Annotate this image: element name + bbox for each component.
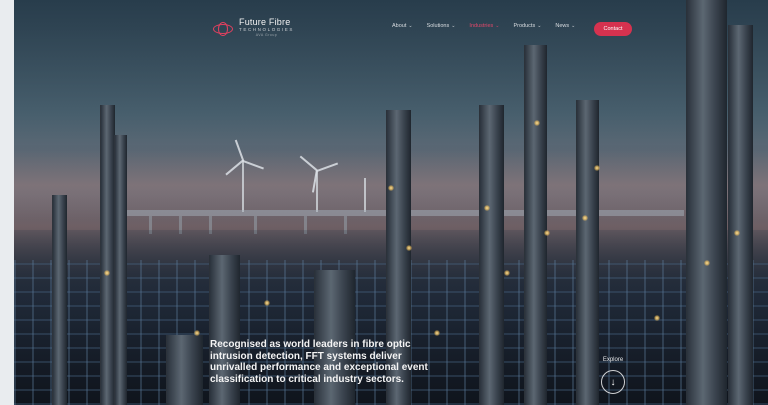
top-navigation: Future Fibre TECHNOLOGIES AVA Group Abou… <box>0 0 768 58</box>
plant-light <box>406 245 412 251</box>
nav-item-solutions[interactable]: Solutions ⌄ <box>427 23 456 29</box>
hero-headline: Recognised as world leaders in fibre opt… <box>210 339 428 385</box>
refinery-tower <box>100 105 115 405</box>
plant-light <box>388 185 394 191</box>
page-background-strip <box>0 205 14 405</box>
chevron-down-icon: ⌄ <box>408 23 413 29</box>
explore-label: Explore <box>602 357 624 363</box>
plant-light <box>484 205 490 211</box>
brand-subtitle: TECHNOLOGIES <box>239 27 294 32</box>
refinery-tower <box>576 100 599 405</box>
refinery-tower <box>114 135 127 405</box>
refinery-tower <box>728 25 753 405</box>
plant-light <box>504 270 510 276</box>
plant-light <box>534 120 540 126</box>
chevron-down-icon: ⌄ <box>537 23 542 29</box>
chevron-down-icon: ⌄ <box>451 23 456 29</box>
refinery-tower <box>52 195 67 405</box>
plant-light <box>582 215 588 221</box>
chevron-down-icon: ⌄ <box>495 23 500 29</box>
refinery-tower <box>524 45 547 405</box>
nav-item-industries[interactable]: Industries ⌄ <box>469 23 499 29</box>
plant-light <box>734 230 740 236</box>
scroll-down-button[interactable]: ↓ <box>601 370 625 394</box>
plant-light <box>594 165 600 171</box>
contact-button[interactable]: Contact <box>594 22 632 36</box>
wind-turbine <box>364 178 366 212</box>
nav-item-label: Industries <box>469 23 494 29</box>
nav-item-products[interactable]: Products ⌄ <box>513 23 541 29</box>
plant-light <box>434 330 440 336</box>
chevron-down-icon: ⌄ <box>571 23 576 29</box>
refinery-tower <box>479 105 504 405</box>
arrow-down-icon: ↓ <box>610 376 616 388</box>
nav-item-label: Solutions <box>426 23 450 29</box>
nav-item-label: News <box>555 23 570 29</box>
wind-turbine <box>242 160 244 212</box>
fibre-logo-icon <box>213 21 233 36</box>
brand-name: Future Fibre <box>239 17 291 27</box>
brand-tag: AVA Group <box>255 32 278 37</box>
plant-light <box>194 330 200 336</box>
nav-item-label: Products <box>513 23 536 29</box>
plant-light <box>264 300 270 306</box>
plant-light <box>544 230 550 236</box>
plant-light <box>654 315 660 321</box>
main-menu: About ⌄ Solutions ⌄ Industries ⌄ Product… <box>392 23 575 29</box>
nav-item-news[interactable]: News ⌄ <box>555 23 575 29</box>
nav-item-label: About <box>392 23 407 29</box>
refinery-tower <box>686 0 727 405</box>
refinery-tower <box>166 335 203 405</box>
brand-wordmark: Future Fibre TECHNOLOGIES AVA Group <box>239 18 294 37</box>
explore-control[interactable]: Explore ↓ <box>601 357 625 394</box>
nav-item-about[interactable]: About ⌄ <box>392 23 413 29</box>
brand-logo[interactable]: Future Fibre TECHNOLOGIES AVA Group <box>213 18 294 37</box>
plant-light <box>104 270 110 276</box>
plant-light <box>704 260 710 266</box>
